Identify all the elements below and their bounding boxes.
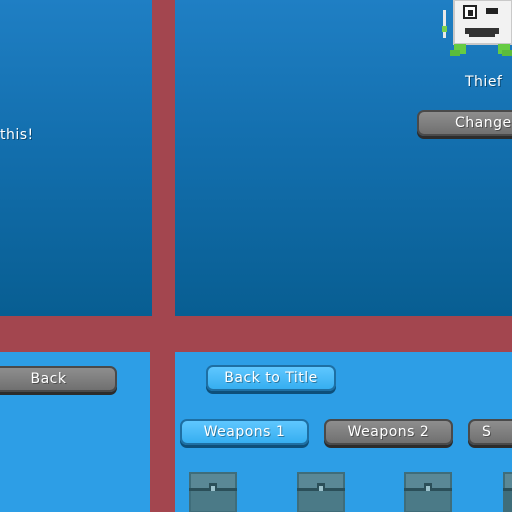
chest-icon[interactable]: [502, 471, 512, 512]
chest-icon[interactable]: [403, 471, 453, 512]
tab-weapons-1[interactable]: Weapons 1: [180, 419, 309, 445]
message-panel: this!: [0, 0, 152, 316]
chest-icon[interactable]: [296, 471, 346, 512]
back-to-title-button[interactable]: Back to Title: [206, 365, 336, 391]
message-text: this!: [0, 127, 34, 143]
inventory-panel: Back to Title Weapons 1 Weapons 2 S: [175, 352, 512, 512]
tab-partial[interactable]: S: [468, 419, 512, 445]
character-name: Thief: [465, 74, 503, 90]
character-panel: Thief Change: [175, 0, 512, 316]
back-button[interactable]: Back: [0, 366, 117, 392]
navigation-panel: Back: [0, 352, 150, 512]
chest-icon[interactable]: [188, 471, 238, 512]
change-character-button[interactable]: Change: [417, 110, 512, 136]
tab-weapons-2[interactable]: Weapons 2: [324, 419, 453, 445]
thief-character-icon: [442, 0, 512, 56]
